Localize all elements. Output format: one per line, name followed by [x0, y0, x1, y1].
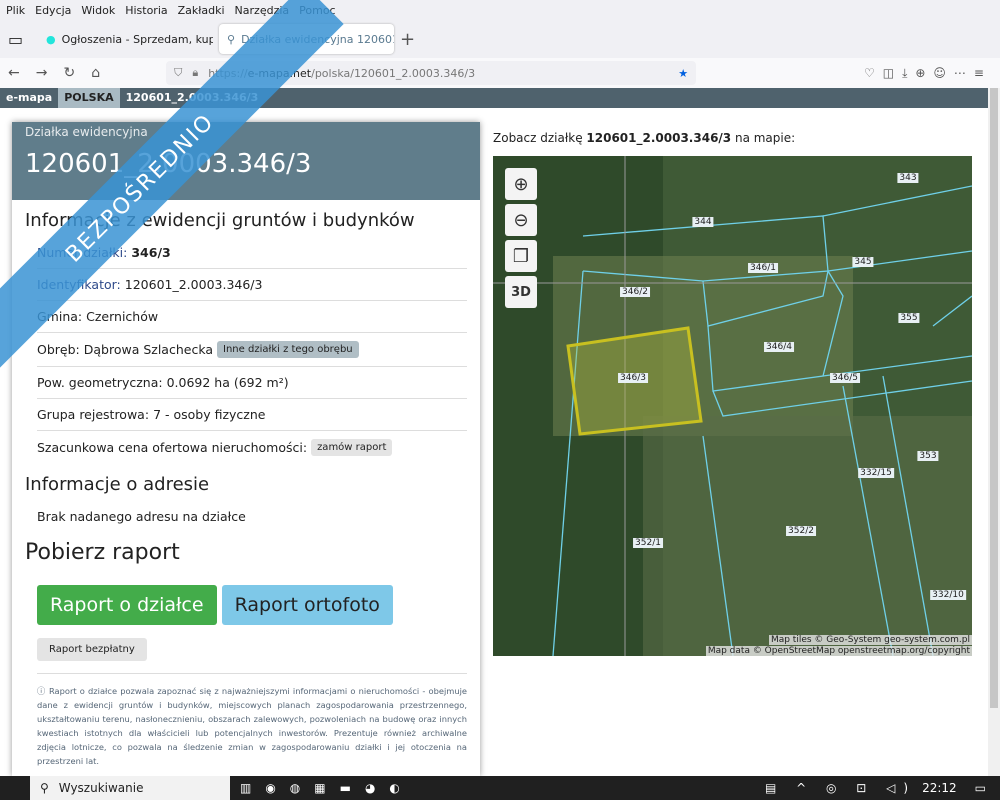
parcel-label[interactable]: 346/2	[620, 287, 650, 297]
row-price: Szacunkowa cena ofertowa nieruchomości:z…	[37, 431, 467, 464]
extensions-icons[interactable]: ♡◫⤓⊕☺⋯≡	[864, 66, 992, 81]
report-parcel-button[interactable]: Raport o działce	[37, 585, 217, 625]
row-numer: Numer działki:346/3	[37, 237, 467, 269]
reload-icon[interactable]: ↻	[63, 65, 75, 81]
back-icon[interactable]: ←	[8, 65, 20, 81]
breadcrumb-polska[interactable]: POLSKA	[58, 88, 119, 108]
taskbar-search[interactable]: ⚲Wyszukiwanie	[30, 776, 230, 800]
section-registry: Informacje z ewidencji gruntów i budynkó…	[25, 210, 467, 231]
row-obreb: Obręb:Dąbrowa SzlacheckaInne działki z t…	[37, 333, 467, 367]
shield-icon: ⛉	[174, 66, 182, 80]
menu-zakladki[interactable]: Zakładki	[178, 4, 225, 17]
tab-emapa[interactable]: ⚲Działka ewidencyjna 120601_2.0✕	[219, 24, 394, 54]
zoom-in-button[interactable]: ⊕	[505, 168, 537, 200]
parcel-label[interactable]: 332/15	[858, 468, 894, 478]
menu-narzedzia[interactable]: Narzędzia	[235, 4, 290, 17]
menu-pomoc[interactable]: Pomoc	[299, 4, 335, 17]
info-icon: ⓘ	[37, 686, 49, 696]
menu-edycja[interactable]: Edycja	[35, 4, 71, 17]
parcel-label[interactable]: 346/3	[618, 373, 648, 383]
home-icon[interactable]: ⌂	[91, 65, 100, 81]
parcel-label[interactable]: 352/2	[786, 526, 816, 536]
lock-icon: 🔒︎	[192, 66, 198, 80]
report-description: ⓘ Raport o działce pozwala zapoznać się …	[37, 673, 467, 768]
layers-button[interactable]: ❐	[505, 240, 537, 272]
menu-historia[interactable]: Historia	[125, 4, 167, 17]
free-report-button[interactable]: Raport bezpłatny	[37, 638, 147, 661]
notifications-icon[interactable]: ▭	[975, 781, 986, 795]
parcel-label[interactable]: 353	[917, 451, 938, 461]
section-address: Informacje o adresie	[25, 474, 467, 495]
search-icon: ⚲	[40, 781, 49, 795]
order-report-button[interactable]: zamów raport	[311, 439, 392, 456]
parcel-label[interactable]: 346/5	[830, 373, 860, 383]
bookmark-star-icon[interactable]: ★	[678, 67, 688, 80]
menu-bar: Plik Edycja Widok Historia Zakładki Narzędzia…	[0, 0, 1000, 20]
map-data-attribution[interactable]: Map data © OpenStreetMap openstreetmap.o…	[706, 646, 972, 656]
parcel-label[interactable]: 345	[852, 257, 873, 267]
tab-bar: ▭ ●Ogłoszenia - Sprzedam, kupię n✕ ⚲Dzia…	[0, 20, 1000, 58]
map-label: Zobacz działkę 120601_2.0003.346/3 na ma…	[493, 131, 795, 145]
breadcrumb-parcel[interactable]: 120601_2.0003.346/3	[120, 88, 265, 108]
nav-bar: ←→↻⌂ ⛉🔒︎https://e-mapa.net/polska/120601…	[0, 58, 1000, 88]
row-identyfikator: Identyfikator:120601_2.0003.346/3	[37, 269, 467, 301]
olx-icon: ●	[46, 33, 56, 46]
page-scrollbar[interactable]	[988, 88, 1000, 776]
tab-list-icon[interactable]: ▭	[8, 30, 32, 49]
clock[interactable]: 22:12	[922, 781, 957, 795]
tab-olx[interactable]: ●Ogłoszenia - Sprzedam, kupię n✕	[38, 24, 213, 54]
card-subtitle: Działka ewidencyjna	[25, 125, 467, 139]
map-tiles-attribution[interactable]: Map tiles © Geo-System geo-system.com.pl	[769, 635, 972, 645]
3d-button[interactable]: 3D	[505, 276, 537, 308]
section-report: Pobierz raport	[25, 540, 467, 565]
parcel-card: Działka ewidencyjna 120601_2.0003.346/3 I…	[12, 122, 480, 776]
report-ortho-button[interactable]: Raport ortofoto	[222, 585, 393, 625]
new-tab-icon[interactable]: +	[400, 29, 415, 50]
site-breadcrumb: e-mapaPOLSKA120601_2.0003.346/3	[0, 88, 1000, 108]
row-area: Pow. geometryczna:0.0692 ha (692 m²)	[37, 367, 467, 399]
address-text: Brak nadanego adresu na działce	[37, 501, 467, 532]
forward-icon[interactable]: →	[36, 65, 48, 81]
taskbar-apps[interactable]: ▥◉◍▦▬◕◐	[240, 781, 414, 795]
parcel-label[interactable]: 343	[897, 173, 918, 183]
tray-icons[interactable]: ▤ ^ ◎ ⊡ ◁)	[765, 781, 916, 795]
menu-widok[interactable]: Widok	[81, 4, 115, 17]
parcel-label[interactable]: 332/10	[930, 590, 966, 600]
parcel-lines	[493, 156, 972, 656]
search-icon: ⚲	[227, 33, 235, 46]
parcel-label[interactable]: 352/1	[633, 538, 663, 548]
menu-plik[interactable]: Plik	[6, 4, 25, 17]
parcel-label[interactable]: 355	[898, 313, 919, 323]
row-gmina: Gmina:Czernichów	[37, 301, 467, 333]
parcel-label[interactable]: 346/1	[748, 263, 778, 273]
row-group: Grupa rejestrowa:7 - osoby fizyczne	[37, 399, 467, 431]
parcel-label[interactable]: 346/4	[764, 342, 794, 352]
map[interactable]: ⊕ ⊖ ❐ 3D 343 344 346/1 345 346/2 355 346…	[493, 156, 972, 656]
parcel-label[interactable]: 344	[692, 217, 713, 227]
breadcrumb-emapa[interactable]: e-mapa	[0, 88, 58, 108]
url-bar[interactable]: ⛉🔒︎https://e-mapa.net/polska/120601_2.00…	[166, 61, 696, 85]
zoom-out-button[interactable]: ⊖	[505, 204, 537, 236]
taskbar: ⚲Wyszukiwanie ▥◉◍▦▬◕◐ ▤ ^ ◎ ⊡ ◁) 22:12 ▭	[0, 776, 1000, 800]
other-parcels-button[interactable]: Inne działki z tego obrębu	[217, 341, 359, 358]
parcel-title: 120601_2.0003.346/3	[25, 149, 467, 179]
